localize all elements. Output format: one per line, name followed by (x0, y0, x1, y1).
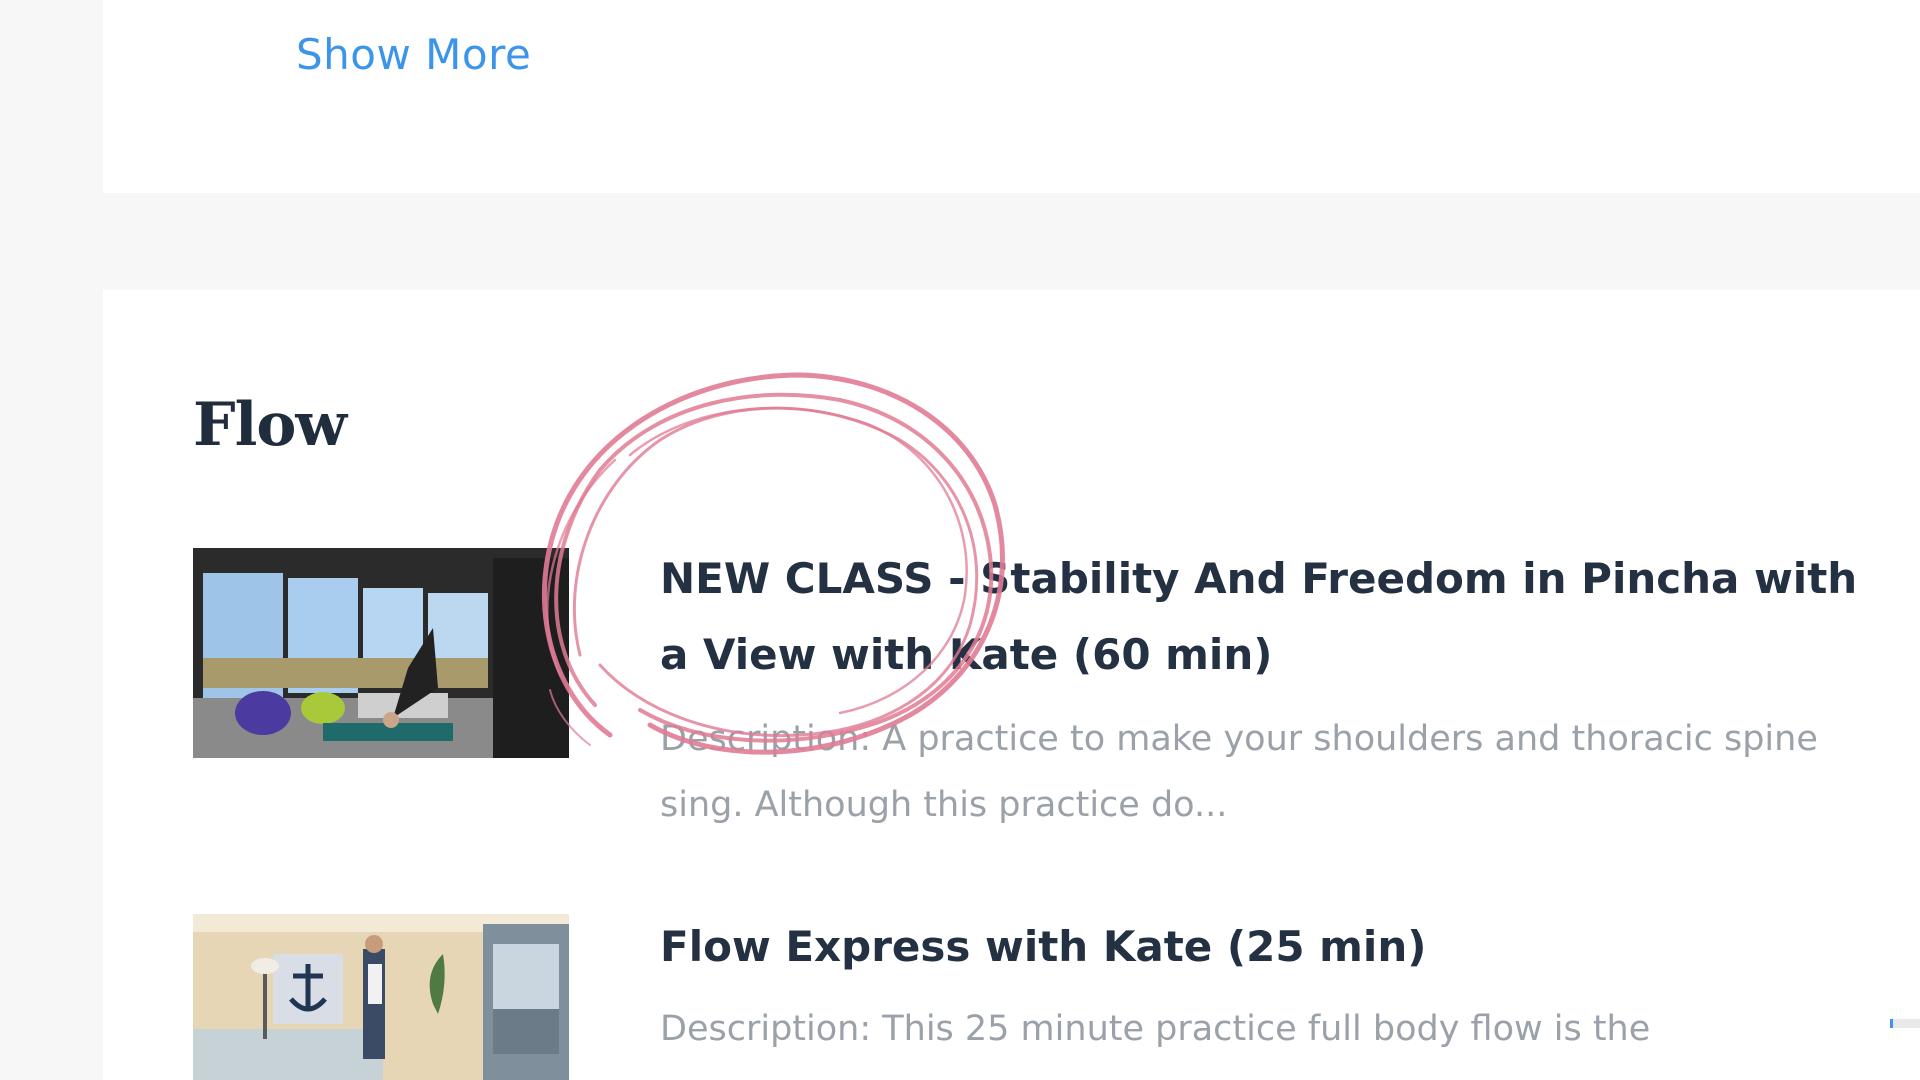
top-panel: Show More (103, 0, 1920, 193)
show-more-link[interactable]: Show More (296, 30, 531, 79)
class-title[interactable]: NEW CLASS - Stability And Freedom in Pin… (660, 541, 1880, 693)
class-title[interactable]: Flow Express with Kate (25 min) (660, 909, 1880, 985)
living-room-image (193, 914, 569, 1080)
class-thumbnail[interactable] (193, 914, 569, 1080)
class-description: Description: A practice to make your sho… (660, 719, 1818, 825)
class-description: Description: This 25 minute practice ful… (660, 1009, 1651, 1049)
class-thumbnail[interactable] (193, 548, 569, 758)
yoga-room-image (193, 548, 569, 758)
section-title-flow: Flow (193, 390, 347, 460)
scroll-indicator[interactable] (1890, 1019, 1920, 1028)
